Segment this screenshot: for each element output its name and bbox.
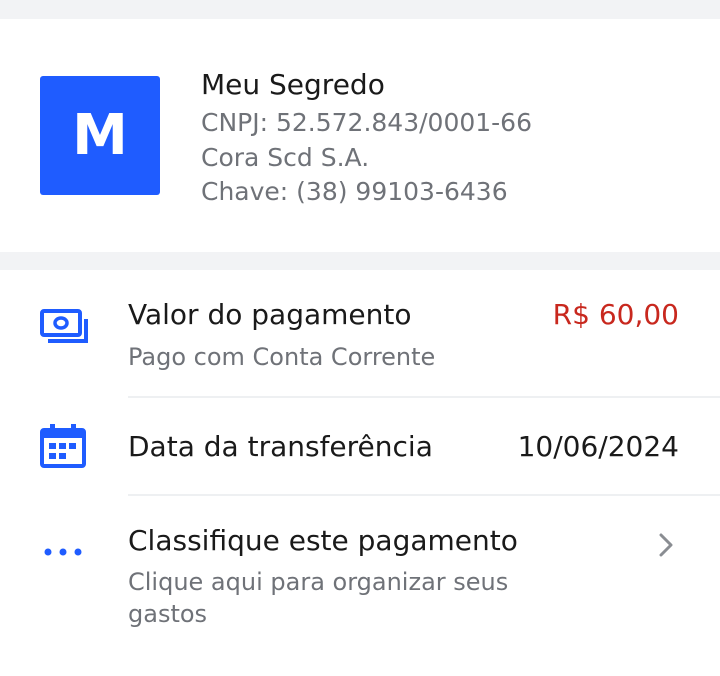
classify-payment-hint: Clique aqui para organizar seus gastos [128, 568, 509, 628]
payment-method: Pago com Conta Corrente [128, 343, 436, 371]
classify-payment-row[interactable]: Classifique este pagamento Clique aqui p… [0, 496, 720, 676]
recipient-card: M Meu Segredo CNPJ: 52.572.843/0001-66 C… [0, 19, 720, 252]
payment-details: Valor do pagamento Pago com Conta Corren… [0, 270, 720, 676]
more-icon [44, 548, 82, 556]
transfer-date-value: 10/06/2024 [517, 430, 679, 463]
recipient-avatar: M [40, 76, 160, 195]
money-icon [40, 309, 88, 343]
payment-amount-row: Valor do pagamento Pago com Conta Corren… [0, 270, 720, 397]
chevron-right-icon [659, 533, 673, 557]
recipient-pix-key: Chave: (38) 99103-6436 [201, 177, 508, 206]
calendar-icon [40, 424, 86, 468]
recipient-institution: Cora Scd S.A. [201, 143, 370, 172]
transfer-date-label: Data da transferência [128, 430, 433, 463]
classify-payment-label: Classifique este pagamento [128, 524, 518, 557]
recipient-cnpj: CNPJ: 52.572.843/0001-66 [201, 108, 532, 137]
payment-amount-value: R$ 60,00 [552, 298, 679, 331]
section-gap [0, 252, 720, 270]
top-strip [0, 0, 720, 19]
avatar-letter: M [72, 103, 128, 168]
recipient-name: Meu Segredo [201, 68, 385, 101]
payment-amount-label: Valor do pagamento [128, 298, 412, 331]
transfer-date-row: Data da transferência 10/06/2024 [0, 398, 720, 495]
